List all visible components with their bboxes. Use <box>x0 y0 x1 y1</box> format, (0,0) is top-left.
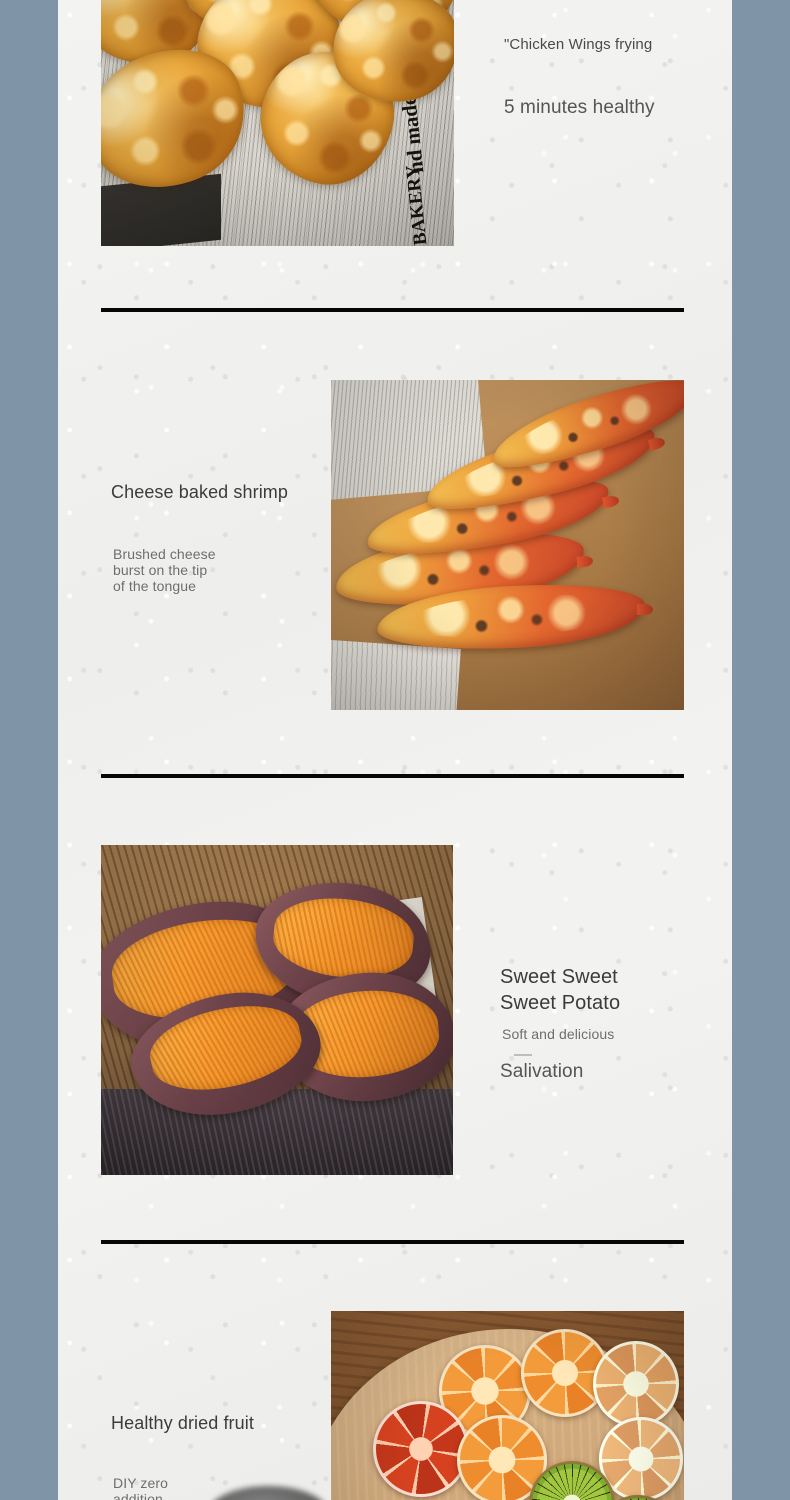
chicken-wings-subheading: 5 minutes healthy <box>504 97 655 118</box>
dried-fruit-heading: Healthy dried fruit <box>111 1413 254 1433</box>
chicken-wings-artwork: nd made BAKERY <box>101 0 454 246</box>
chicken-wings-heading: "Chicken Wings frying <box>504 36 653 53</box>
section-chicken-wings: nd made BAKERY "Chicken Wings frying 5 m… <box>58 0 732 312</box>
shrimp-artwork <box>331 380 684 710</box>
sweet-potato-heading: Sweet Sweet Sweet Potato <box>500 966 621 1014</box>
dried-fruit-subheading: DIY zero addition <box>113 1475 169 1500</box>
sweet-potato-artwork <box>101 845 453 1175</box>
tagline-tick <box>514 1054 532 1056</box>
dried-fruit-photo[interactable] <box>331 1311 684 1500</box>
sweet-potato-subheading: Soft and delicious <box>502 1026 615 1042</box>
dried-grapefruit-slice <box>373 1401 469 1497</box>
section-cheese-baked-shrimp: Cheese baked shrimp Brushed cheese burst… <box>58 312 732 778</box>
sweet-potato-flesh <box>269 891 418 985</box>
basket-rim <box>101 1089 453 1175</box>
section-sweet-potato: Sweet Sweet Sweet Potato Soft and delici… <box>58 778 732 1244</box>
newspaper-scrap-bottom <box>331 639 461 710</box>
product-detail-page: nd made BAKERY "Chicken Wings frying 5 m… <box>58 0 732 1500</box>
cheese-baked-shrimp-photo[interactable] <box>331 380 684 710</box>
sweet-potato-photo[interactable] <box>101 845 453 1175</box>
sweet-potato-tagline: Salivation <box>500 1061 584 1082</box>
blurred-foreground-object <box>208 1486 328 1500</box>
section-dried-fruit: Healthy dried fruit DIY zero addition <box>58 1244 732 1500</box>
dried-lemon-slice <box>593 1341 679 1427</box>
dried-fruit-artwork <box>331 1311 684 1500</box>
chicken-wings-photo[interactable]: nd made BAKERY <box>101 0 454 246</box>
cheese-baked-shrimp-heading: Cheese baked shrimp <box>111 482 288 502</box>
page-content: nd made BAKERY "Chicken Wings frying 5 m… <box>58 0 732 1500</box>
cheese-baked-shrimp-subheading: Brushed cheese burst on the tip of the t… <box>113 546 216 594</box>
